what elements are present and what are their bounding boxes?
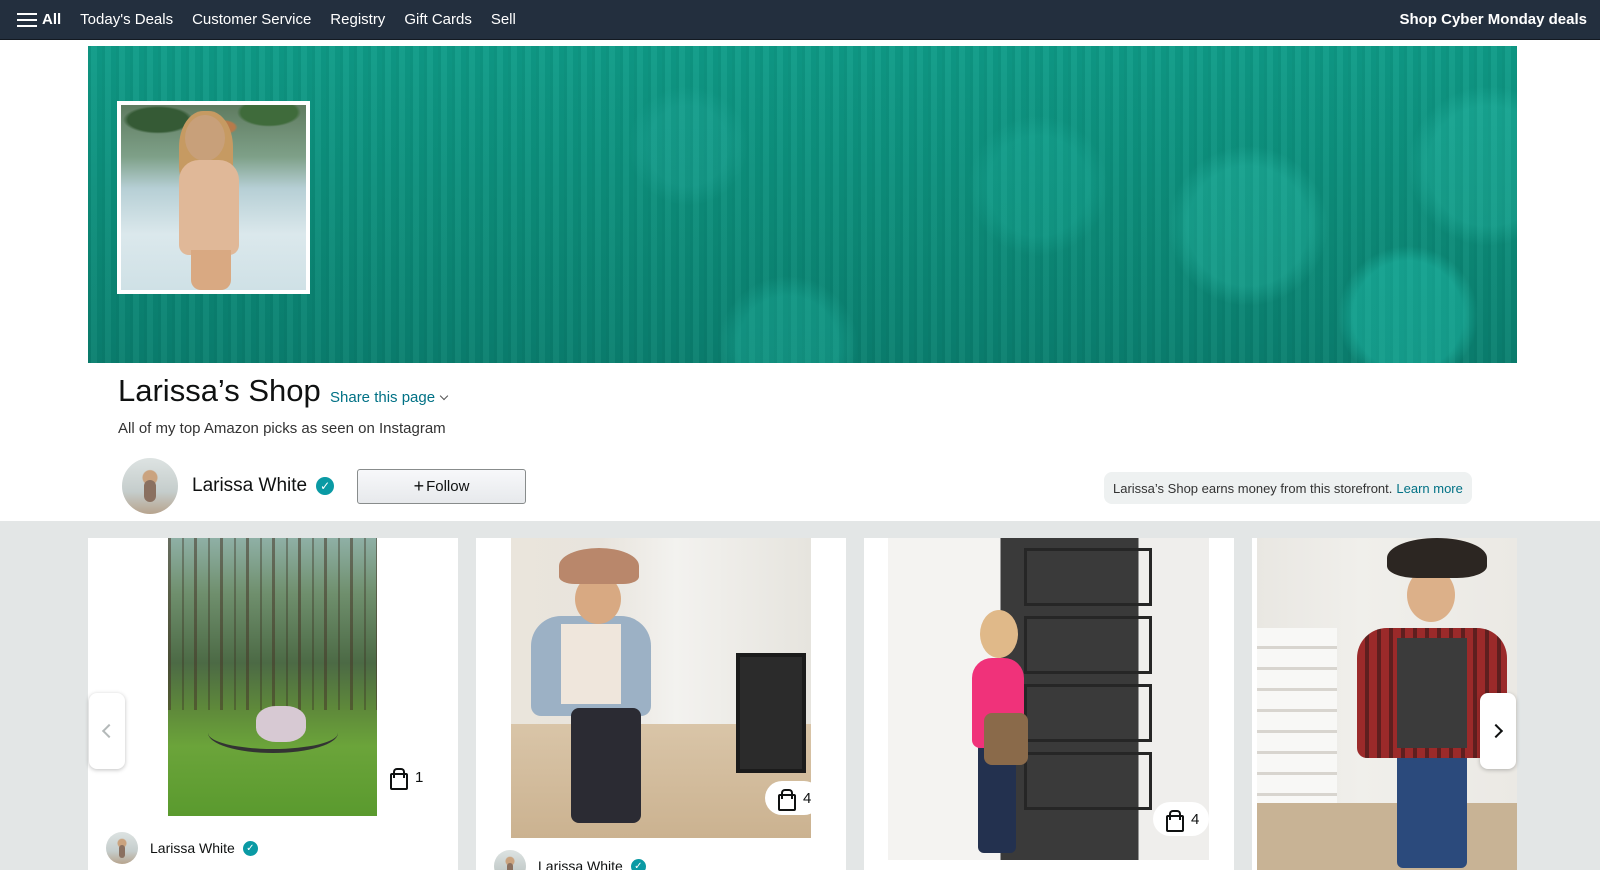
- nav-link-sell[interactable]: Sell: [491, 11, 516, 28]
- nav-link-registry[interactable]: Registry: [330, 11, 385, 28]
- post-card[interactable]: 4 Larissa White ✓: [476, 538, 846, 870]
- product-count-badge[interactable]: 1: [377, 760, 434, 794]
- shopping-bag-icon: [777, 789, 796, 811]
- post-card[interactable]: [1252, 538, 1517, 870]
- shop-description: All of my top Amazon picks as seen on In…: [118, 420, 446, 437]
- all-menu-button[interactable]: All: [17, 11, 61, 28]
- post-photo[interactable]: [168, 538, 377, 816]
- learn-more-link[interactable]: Learn more: [1396, 481, 1462, 496]
- avatar: [494, 850, 526, 870]
- shopping-bag-icon: [389, 768, 408, 790]
- product-count-badge[interactable]: 4: [1153, 802, 1210, 836]
- product-count: 4: [1191, 810, 1200, 828]
- earnings-disclosure: Larissa’s Shop earns money from this sto…: [1104, 472, 1472, 504]
- shopping-bag-icon: [1165, 810, 1184, 832]
- follow-button[interactable]: + Follow: [357, 469, 526, 504]
- chevron-down-icon: [439, 391, 449, 400]
- product-count: 1: [415, 768, 424, 786]
- shop-title: Larissa’s Shop: [118, 373, 321, 408]
- verified-icon: ✓: [316, 477, 335, 495]
- nav-link-gift-cards[interactable]: Gift Cards: [404, 11, 472, 28]
- all-menu-label: All: [42, 11, 62, 28]
- profile-row: Larissa White ✓: [122, 458, 335, 514]
- share-page-label: Share this page: [330, 389, 436, 406]
- post-author-name: Larissa White: [538, 858, 623, 870]
- avatar[interactable]: [122, 458, 178, 514]
- cyber-monday-promo-link[interactable]: Shop Cyber Monday deals: [1399, 11, 1587, 28]
- post-author-name: Larissa White: [150, 840, 235, 856]
- nav-link-customer-service[interactable]: Customer Service: [192, 11, 311, 28]
- post-author[interactable]: Larissa White ✓: [106, 832, 258, 864]
- carousel-prev-button[interactable]: [89, 693, 125, 769]
- post-card[interactable]: 4: [864, 538, 1234, 870]
- nav-link-todays-deals[interactable]: Today's Deals: [80, 11, 173, 28]
- post-photo[interactable]: [1257, 538, 1517, 870]
- plus-icon: +: [413, 476, 425, 496]
- earnings-text: Larissa’s Shop earns money from this sto…: [1113, 480, 1393, 496]
- post-card[interactable]: 1 Larissa White ✓: [88, 538, 458, 870]
- product-count-badge[interactable]: 4: [765, 781, 822, 815]
- avatar: [106, 832, 138, 864]
- chevron-right-icon: [1488, 723, 1504, 739]
- share-page-button[interactable]: Share this page: [330, 389, 449, 406]
- verified-icon: ✓: [630, 858, 646, 870]
- profile-name[interactable]: Larissa White: [192, 475, 307, 497]
- top-nav: All Today's Deals Customer Service Regis…: [0, 0, 1600, 40]
- shop-profile-photo: [117, 101, 310, 294]
- shop-banner: [88, 46, 1517, 363]
- post-feed: 1 Larissa White ✓ 4 Larissa White ✓ 4: [0, 521, 1600, 870]
- product-count: 4: [803, 789, 812, 807]
- hamburger-icon: [17, 12, 37, 28]
- verified-icon: ✓: [242, 840, 258, 856]
- follow-label: Follow: [426, 478, 470, 495]
- carousel-next-button[interactable]: [1480, 693, 1516, 769]
- chevron-left-icon: [101, 723, 117, 739]
- post-author[interactable]: Larissa White ✓: [494, 850, 646, 870]
